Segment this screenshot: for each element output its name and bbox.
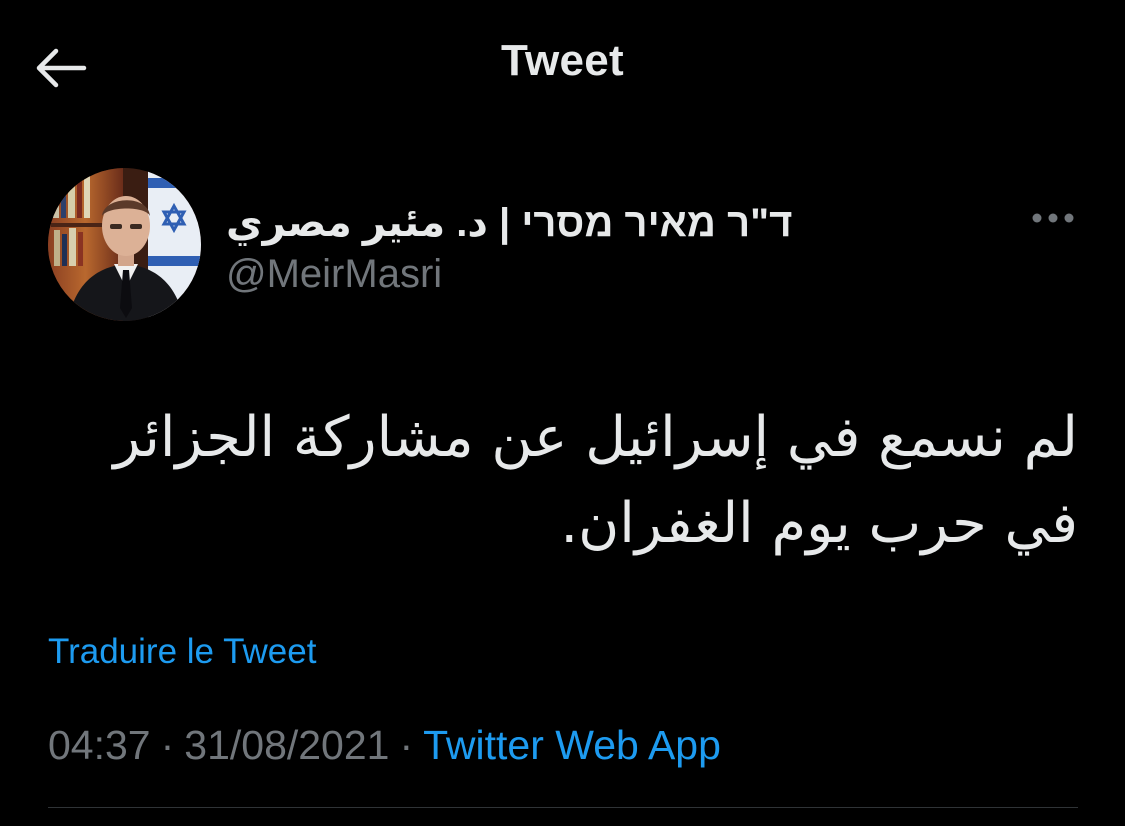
more-options-button[interactable] bbox=[1028, 198, 1078, 238]
more-horizontal-icon bbox=[1032, 213, 1074, 223]
separator-dot: · bbox=[399, 722, 414, 768]
profile-photo bbox=[48, 168, 201, 321]
top-bar: Tweet bbox=[0, 0, 1125, 140]
tweet-author: ד"ר מאיר מסרי | د. مئير مصري @MeirMasri bbox=[48, 168, 1078, 324]
tweet-metadata: 04:37 · 31/08/2021 · Twitter Web App bbox=[48, 722, 721, 769]
avatar[interactable] bbox=[48, 168, 201, 321]
divider bbox=[48, 807, 1078, 808]
translate-tweet-link[interactable]: Traduire le Tweet bbox=[48, 632, 316, 672]
page-title: Tweet bbox=[501, 36, 624, 85]
tweet-source-link[interactable]: Twitter Web App bbox=[423, 722, 721, 768]
separator-dot: · bbox=[160, 722, 175, 768]
tweet-time: 04:37 bbox=[48, 722, 151, 768]
author-handle[interactable]: @MeirMasri bbox=[226, 252, 442, 297]
tweet-date: 31/08/2021 bbox=[184, 722, 390, 768]
author-display-name[interactable]: ד"ר מאיר מסרי | د. مئير مصري bbox=[226, 200, 792, 246]
tweet-text: لم نسمع في إسرائيل عن مشاركة الجزائر في … bbox=[113, 405, 1078, 556]
